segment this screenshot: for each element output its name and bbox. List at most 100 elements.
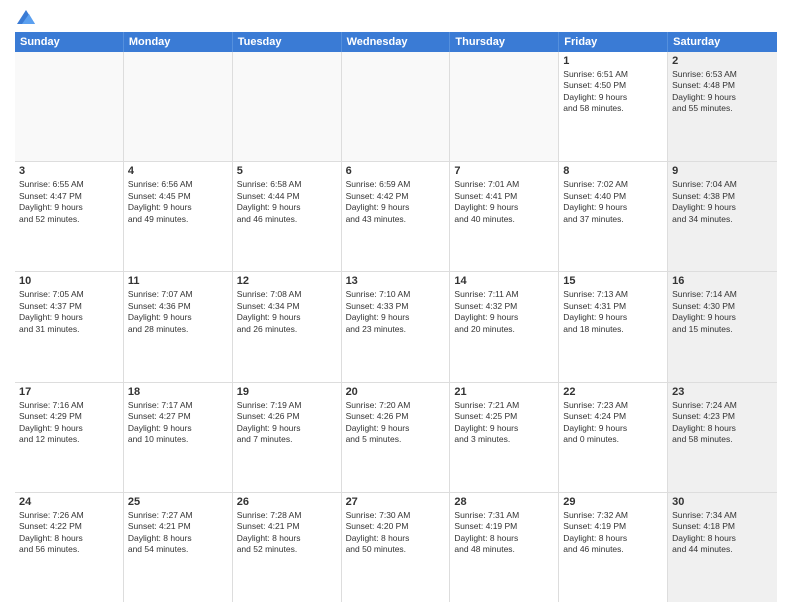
day-info: Sunrise: 6:58 AMSunset: 4:44 PMDaylight:…	[237, 179, 337, 225]
cal-cell: 7Sunrise: 7:01 AMSunset: 4:41 PMDaylight…	[450, 162, 559, 271]
day-number: 16	[672, 275, 773, 287]
cal-cell: 14Sunrise: 7:11 AMSunset: 4:32 PMDayligh…	[450, 272, 559, 381]
cal-cell: 25Sunrise: 7:27 AMSunset: 4:21 PMDayligh…	[124, 493, 233, 602]
day-number: 26	[237, 496, 337, 508]
cal-cell: 10 Sunrise: 7:05 AMSunset: 4:37 PMDayligh…	[15, 272, 124, 381]
cal-cell: 28 Sunrise: 7:31 AMSunset: 4:19 PMDayligh…	[450, 493, 559, 602]
day-info: Sunrise: 6:55 AMSunset: 4:47 PMDaylight:…	[19, 179, 119, 225]
day-info: Sunrise: 7:16 AMSunset: 4:29 PMDaylight:…	[19, 400, 119, 446]
cal-cell: 15Sunrise: 7:13 AMSunset: 4:31 PMDayligh…	[559, 272, 668, 381]
day-number: 5	[237, 165, 337, 177]
day-number: 27	[346, 496, 446, 508]
day-info: Sunrise: 7:17 AMSunset: 4:27 PMDaylight:…	[128, 400, 228, 446]
day-number: 7	[454, 165, 554, 177]
cal-cell: 3 Sunrise: 6:55 AMSunset: 4:47 PMDaylight…	[15, 162, 124, 271]
day-info: Sunrise: 7:31 AMSunset: 4:19 PMDaylight:…	[454, 510, 554, 556]
header	[15, 10, 777, 24]
day-info: Sunrise: 6:53 AMSunset: 4:48 PMDaylight:…	[672, 69, 773, 115]
day-number: 2	[672, 55, 773, 67]
header-cell-wednesday: Wednesday	[342, 32, 451, 52]
day-number: 3	[19, 165, 119, 177]
day-info: Sunrise: 7:19 AMSunset: 4:26 PMDaylight:…	[237, 400, 337, 446]
day-number: 29	[563, 496, 663, 508]
day-info: Sunrise: 7:02 AMSunset: 4:40 PMDaylight:…	[563, 179, 663, 225]
cal-cell: 6 Sunrise: 6:59 AMSunset: 4:42 PMDaylight…	[342, 162, 451, 271]
calendar-header: SundayMondayTuesdayWednesdayThursdayFrid…	[15, 32, 777, 52]
cal-cell: 26Sunrise: 7:28 AMSunset: 4:21 PMDayligh…	[233, 493, 342, 602]
day-info: Sunrise: 6:56 AMSunset: 4:45 PMDaylight:…	[128, 179, 228, 225]
day-number: 4	[128, 165, 228, 177]
cal-cell: 29 Sunrise: 7:32 AMSunset: 4:19 PMDayligh…	[559, 493, 668, 602]
cal-cell: 16 Sunrise: 7:14 AMSunset: 4:30 PMDayligh…	[668, 272, 777, 381]
cal-cell	[450, 52, 559, 161]
cal-cell: 5 Sunrise: 6:58 AMSunset: 4:44 PMDaylight…	[233, 162, 342, 271]
cal-cell: 30 Sunrise: 7:34 AMSunset: 4:18 PMDayligh…	[668, 493, 777, 602]
day-info: Sunrise: 7:21 AMSunset: 4:25 PMDaylight:…	[454, 400, 554, 446]
day-info: Sunrise: 7:30 AMSunset: 4:20 PMDaylight:…	[346, 510, 446, 556]
day-info: Sunrise: 7:26 AMSunset: 4:22 PMDaylight:…	[19, 510, 119, 556]
day-number: 15	[563, 275, 663, 287]
day-info: Sunrise: 7:32 AMSunset: 4:19 PMDaylight:…	[563, 510, 663, 556]
day-number: 10	[19, 275, 119, 287]
day-number: 21	[454, 386, 554, 398]
header-cell-saturday: Saturday	[668, 32, 777, 52]
day-number: 6	[346, 165, 446, 177]
cal-cell: 22 Sunrise: 7:23 AMSunset: 4:24 PMDayligh…	[559, 383, 668, 492]
cal-cell: 12 Sunrise: 7:08 AMSunset: 4:34 PMDayligh…	[233, 272, 342, 381]
day-info: Sunrise: 7:14 AMSunset: 4:30 PMDaylight:…	[672, 289, 773, 335]
day-info: Sunrise: 7:27 AMSunset: 4:21 PMDaylight:…	[128, 510, 228, 556]
calendar-row-1: 1 Sunrise: 6:51 AMSunset: 4:50 PMDaylight…	[15, 52, 777, 162]
day-number: 17	[19, 386, 119, 398]
cal-cell: 18 Sunrise: 7:17 AMSunset: 4:27 PMDayligh…	[124, 383, 233, 492]
cal-cell: 19 Sunrise: 7:19 AMSunset: 4:26 PMDayligh…	[233, 383, 342, 492]
day-number: 23	[672, 386, 773, 398]
day-info: Sunrise: 7:07 AMSunset: 4:36 PMDaylight:…	[128, 289, 228, 335]
day-number: 19	[237, 386, 337, 398]
cal-cell: 9Sunrise: 7:04 AMSunset: 4:38 PMDaylight…	[668, 162, 777, 271]
day-number: 22	[563, 386, 663, 398]
day-info: Sunrise: 7:11 AMSunset: 4:32 PMDaylight:…	[454, 289, 554, 335]
calendar-row-3: 10 Sunrise: 7:05 AMSunset: 4:37 PMDayligh…	[15, 272, 777, 382]
day-info: Sunrise: 7:04 AMSunset: 4:38 PMDaylight:…	[672, 179, 773, 225]
cal-cell: 21 Sunrise: 7:21 AMSunset: 4:25 PMDayligh…	[450, 383, 559, 492]
calendar-row-2: 3 Sunrise: 6:55 AMSunset: 4:47 PMDaylight…	[15, 162, 777, 272]
cal-cell: 20Sunrise: 7:20 AMSunset: 4:26 PMDayligh…	[342, 383, 451, 492]
day-info: Sunrise: 7:34 AMSunset: 4:18 PMDaylight:…	[672, 510, 773, 556]
day-info: Sunrise: 7:08 AMSunset: 4:34 PMDaylight:…	[237, 289, 337, 335]
cal-cell: 2 Sunrise: 6:53 AMSunset: 4:48 PMDaylight…	[668, 52, 777, 161]
cal-cell: 1 Sunrise: 6:51 AMSunset: 4:50 PMDaylight…	[559, 52, 668, 161]
cal-cell: 27 Sunrise: 7:30 AMSunset: 4:20 PMDayligh…	[342, 493, 451, 602]
day-info: Sunrise: 7:23 AMSunset: 4:24 PMDaylight:…	[563, 400, 663, 446]
day-number: 11	[128, 275, 228, 287]
header-cell-tuesday: Tuesday	[233, 32, 342, 52]
day-number: 30	[672, 496, 773, 508]
day-number: 24	[19, 496, 119, 508]
header-cell-sunday: Sunday	[15, 32, 124, 52]
cal-cell: 8 Sunrise: 7:02 AMSunset: 4:40 PMDaylight…	[559, 162, 668, 271]
day-info: Sunrise: 7:05 AMSunset: 4:37 PMDaylight:…	[19, 289, 119, 335]
cal-cell: 17 Sunrise: 7:16 AMSunset: 4:29 PMDayligh…	[15, 383, 124, 492]
day-info: Sunrise: 7:24 AMSunset: 4:23 PMDaylight:…	[672, 400, 773, 446]
page: SundayMondayTuesdayWednesdayThursdayFrid…	[0, 0, 792, 612]
day-number: 13	[346, 275, 446, 287]
day-info: Sunrise: 6:51 AMSunset: 4:50 PMDaylight:…	[563, 69, 663, 115]
logo-icon	[17, 10, 35, 24]
day-number: 18	[128, 386, 228, 398]
calendar-row-4: 17 Sunrise: 7:16 AMSunset: 4:29 PMDayligh…	[15, 383, 777, 493]
day-info: Sunrise: 7:20 AMSunset: 4:26 PMDaylight:…	[346, 400, 446, 446]
day-number: 8	[563, 165, 663, 177]
cal-cell: 23 Sunrise: 7:24 AMSunset: 4:23 PMDayligh…	[668, 383, 777, 492]
cal-cell	[233, 52, 342, 161]
header-cell-thursday: Thursday	[450, 32, 559, 52]
calendar: SundayMondayTuesdayWednesdayThursdayFrid…	[15, 32, 777, 602]
day-number: 28	[454, 496, 554, 508]
day-info: Sunrise: 7:10 AMSunset: 4:33 PMDaylight:…	[346, 289, 446, 335]
day-number: 1	[563, 55, 663, 67]
cal-cell	[15, 52, 124, 161]
header-cell-monday: Monday	[124, 32, 233, 52]
cal-cell	[342, 52, 451, 161]
logo-text	[15, 10, 35, 24]
day-info: Sunrise: 6:59 AMSunset: 4:42 PMDaylight:…	[346, 179, 446, 225]
calendar-body: 1 Sunrise: 6:51 AMSunset: 4:50 PMDaylight…	[15, 52, 777, 602]
day-number: 12	[237, 275, 337, 287]
